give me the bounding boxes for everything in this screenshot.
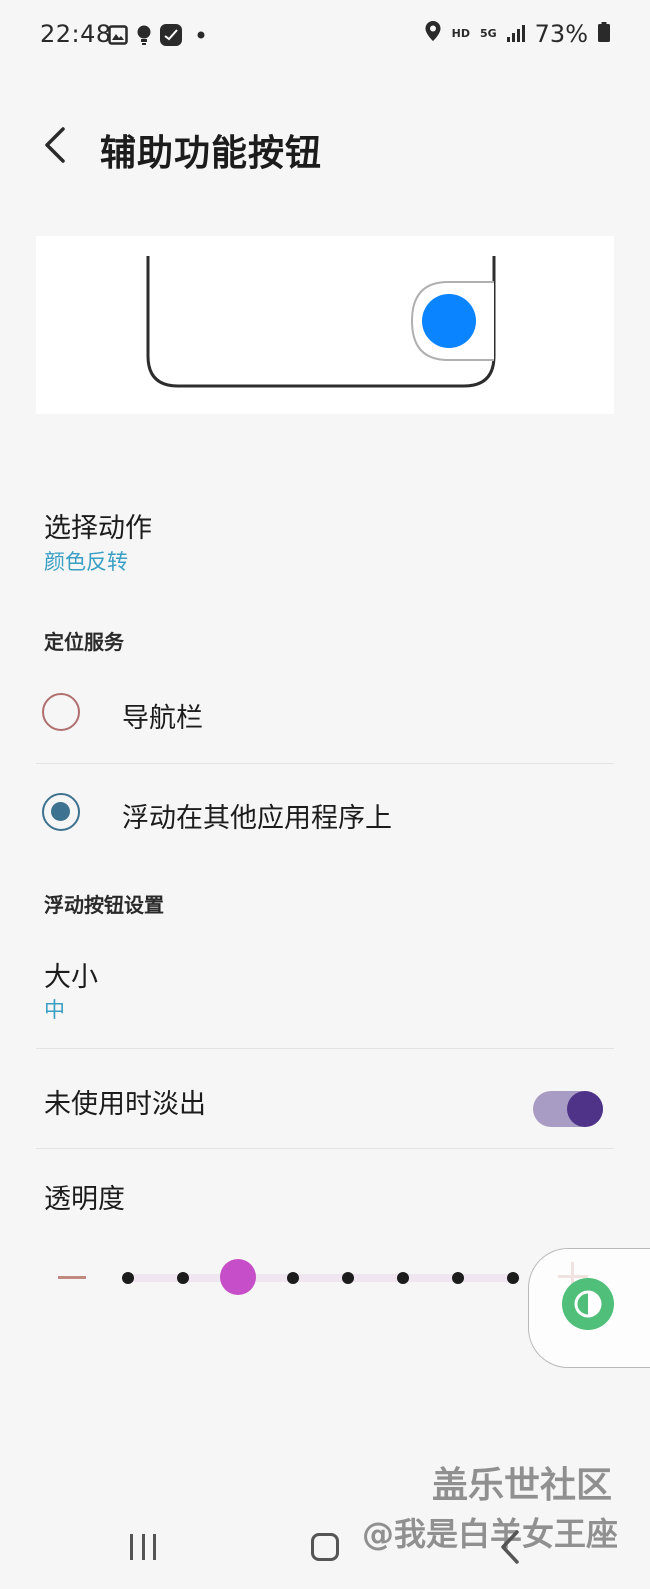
- recents-button[interactable]: [130, 1534, 156, 1560]
- status-right-group: HD 5G 73%: [424, 20, 610, 48]
- phone-preview-illustration: [146, 256, 496, 388]
- divider: [36, 1048, 614, 1049]
- opacity-title: 透明度: [44, 1184, 125, 1215]
- page-title: 辅助功能按钮: [100, 133, 323, 174]
- home-button[interactable]: [311, 1533, 339, 1561]
- slider-step-dot: [397, 1272, 409, 1284]
- toggle-knob: [567, 1091, 603, 1127]
- opacity-slider-thumb[interactable]: [220, 1259, 256, 1295]
- signal-icon: [506, 20, 525, 48]
- 5g-indicator: 5G: [479, 27, 497, 40]
- header: 辅助功能按钮: [0, 110, 650, 180]
- status-time: 22:48: [40, 20, 112, 48]
- slider-step-dot: [122, 1272, 134, 1284]
- size-title: 大小: [44, 962, 98, 993]
- fade-title: 未使用时淡出: [44, 1089, 206, 1120]
- lightbulb-icon: [136, 24, 152, 46]
- accessibility-button-preview: [422, 294, 476, 348]
- slider-step-dot: [342, 1272, 354, 1284]
- battery-icon: [598, 20, 610, 48]
- image-icon: [108, 24, 128, 46]
- location-icon: [424, 20, 442, 48]
- radio-navigation-bar[interactable]: [42, 693, 80, 731]
- divider: [36, 1148, 614, 1149]
- button-preview: [36, 236, 614, 414]
- choose-action-title: 选择动作: [44, 513, 152, 544]
- floating-section-header: 浮动按钮设置: [44, 893, 164, 917]
- color-inversion-icon: [562, 1278, 614, 1330]
- floating-accessibility-button[interactable]: [528, 1248, 650, 1368]
- slider-step-dot: [452, 1272, 464, 1284]
- option-label: 浮动在其他应用程序上: [122, 803, 392, 834]
- status-bar: 22:48 HD 5G 73%: [0, 0, 650, 70]
- battery-percent: 73%: [534, 20, 588, 48]
- slider-step-dot: [287, 1272, 299, 1284]
- decrease-opacity-button[interactable]: [58, 1276, 86, 1279]
- fade-toggle[interactable]: [533, 1091, 603, 1127]
- slider-step-dot: [177, 1272, 189, 1284]
- app-badge-icon: [160, 24, 182, 46]
- chevron-left-icon: [45, 127, 65, 163]
- size-value: 中: [44, 998, 65, 1022]
- option-label: 导航栏: [122, 703, 203, 734]
- back-nav-button[interactable]: [495, 1527, 525, 1567]
- divider: [36, 763, 614, 764]
- radio-floating[interactable]: [42, 793, 80, 831]
- location-section-header: 定位服务: [44, 630, 124, 654]
- choose-action-value: 颜色反转: [44, 550, 128, 574]
- slider-step-dot: [507, 1272, 519, 1284]
- back-button[interactable]: [30, 120, 80, 170]
- notification-dot-icon: [197, 24, 205, 46]
- hd-indicator: HD: [451, 27, 470, 40]
